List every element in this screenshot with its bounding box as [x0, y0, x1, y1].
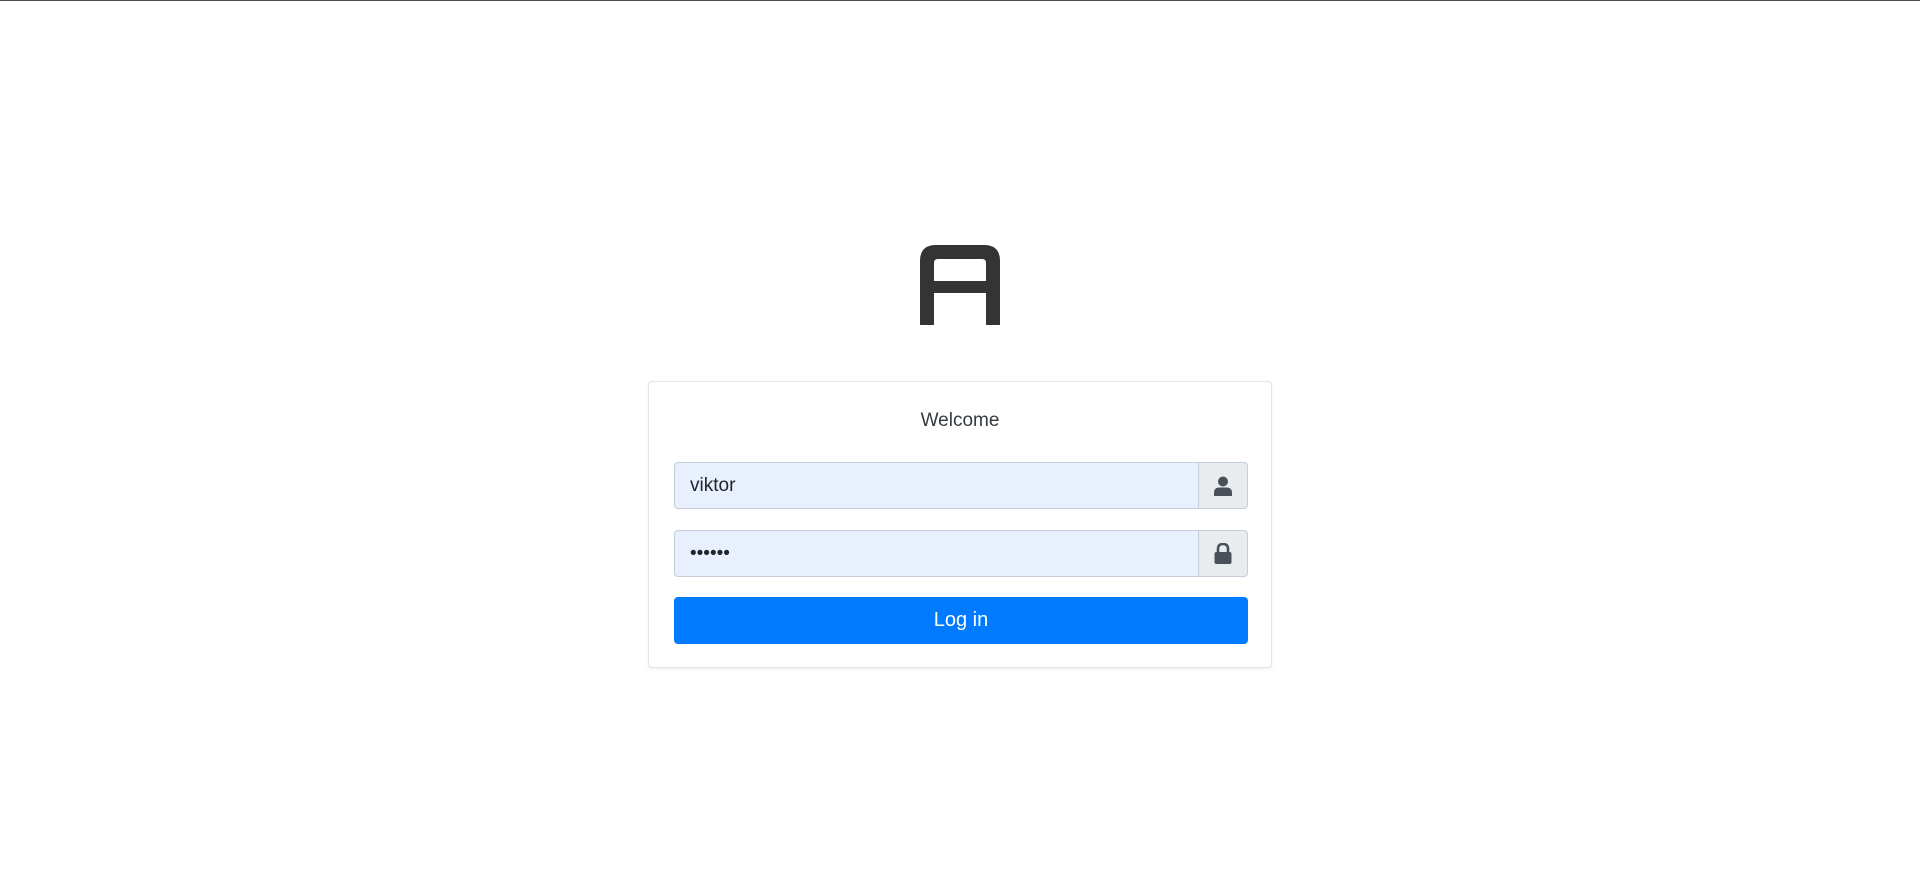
username-input[interactable] — [674, 462, 1198, 509]
username-group — [674, 462, 1248, 509]
lock-icon — [1214, 543, 1232, 564]
password-input[interactable] — [674, 530, 1198, 577]
login-card: Welcome Log in — [648, 381, 1272, 668]
password-addon — [1198, 530, 1248, 577]
password-group — [674, 530, 1248, 577]
app-logo — [920, 245, 1000, 325]
welcome-heading: Welcome — [920, 410, 1000, 431]
top-border — [0, 0, 1920, 1]
a-logo-icon — [920, 245, 1000, 325]
username-addon — [1198, 462, 1248, 509]
login-button[interactable]: Log in — [674, 597, 1248, 644]
user-icon — [1214, 476, 1232, 496]
